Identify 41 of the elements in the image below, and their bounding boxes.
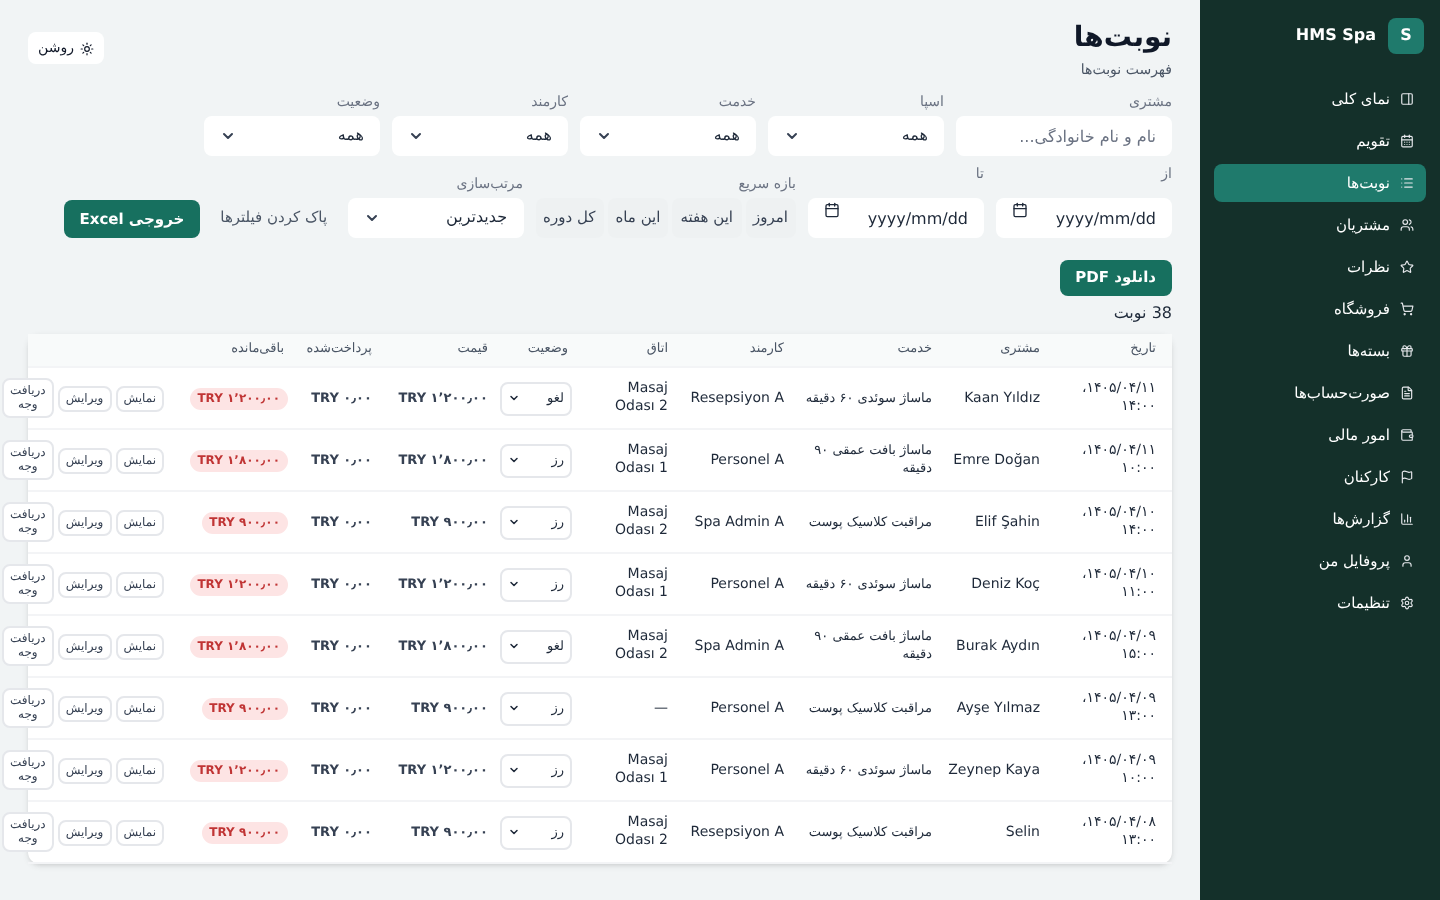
chevron-icon [508, 702, 520, 714]
brand-name: HMS Spa [1295, 24, 1376, 48]
date-field[interactable]: yyyy/mm/dd [996, 198, 1172, 238]
wallet-icon [1400, 428, 1414, 442]
calendar-icon [1400, 134, 1414, 148]
document-icon [1400, 386, 1414, 400]
bar-chart-icon [1400, 512, 1414, 526]
user-icon [1400, 554, 1414, 568]
chevron-icon [508, 640, 520, 652]
filter-select[interactable]: همه [392, 116, 568, 156]
chevron-icon [508, 454, 520, 466]
flag-icon [1400, 470, 1414, 484]
star-icon [1400, 260, 1414, 274]
gift-icon [1400, 344, 1414, 358]
sort-select[interactable]: جدیدترین [347, 198, 524, 238]
customer-search-field[interactable]: نام و نام خانوادگی... [956, 116, 1172, 156]
filter-select[interactable]: همه [580, 116, 756, 156]
panel-icon [1400, 92, 1414, 106]
filter-select[interactable]: همه [204, 116, 380, 156]
chevron-icon [508, 392, 520, 404]
chevron-icon [508, 826, 520, 838]
chevron-icon [508, 516, 520, 528]
calendar-icon [824, 201, 840, 217]
chevron-icon [508, 764, 520, 776]
sun-icon [79, 41, 94, 55]
filter-select[interactable]: همه [768, 116, 944, 156]
appointment-count: 38 نوبت [1111, 302, 1172, 326]
chevron-icon [784, 128, 800, 144]
cart-icon [1400, 302, 1414, 316]
gear-icon [1400, 596, 1414, 610]
users-icon [1400, 218, 1414, 232]
chevron-icon [220, 128, 236, 144]
calendar-icon [1012, 201, 1028, 217]
list-icon [1400, 176, 1414, 190]
page-title: نوبت‌ها [1073, 20, 1172, 56]
chevron-icon [596, 128, 612, 144]
chevron-icon [408, 128, 424, 144]
chevron-icon [508, 578, 520, 590]
chevron-icon [363, 210, 380, 226]
logo-badge: S [1388, 18, 1424, 54]
date-field[interactable]: yyyy/mm/dd [808, 198, 984, 238]
